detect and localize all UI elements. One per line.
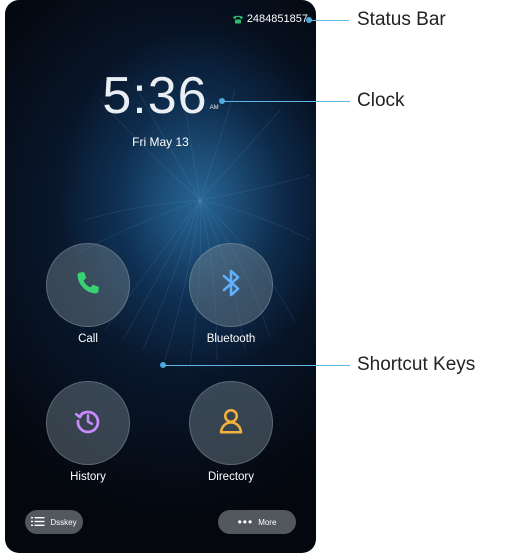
clock-ampm: AM	[209, 105, 219, 111]
shortcut-directory-label: Directory	[207, 471, 254, 483]
dsskey-label: Dsskey	[50, 517, 77, 527]
callout-status-bar: Status Bar	[357, 9, 446, 30]
more-dots-icon: •••	[237, 515, 254, 529]
history-icon	[73, 406, 103, 441]
status-bar: 2484851857	[232, 13, 308, 25]
shortcut-history-label: History	[70, 471, 106, 483]
clock: 5:36 AM	[5, 70, 316, 122]
callout-shortcut-keys: Shortcut Keys	[357, 354, 476, 375]
shortcut-bluetooth-circle[interactable]	[189, 243, 273, 327]
list-icon	[31, 516, 45, 529]
phone-icon	[71, 266, 105, 305]
callout-line-shortcut-keys	[163, 365, 350, 366]
more-label: More	[258, 517, 277, 527]
callout-line-clock	[222, 101, 350, 102]
phone-number: 2484851857	[246, 13, 308, 25]
callout-line-status-bar	[309, 20, 349, 21]
contact-icon	[216, 406, 246, 441]
clock-time: 5:36	[102, 67, 208, 125]
phone-screen: 2484851857 5:36 AM Fri May 13 Call Bluet…	[5, 0, 316, 553]
bluetooth-icon	[216, 266, 246, 305]
callout-clock: Clock	[357, 90, 405, 111]
dsskey-button[interactable]: Dsskey	[25, 510, 83, 534]
shortcut-history-circle[interactable]	[46, 381, 130, 465]
clock-date: Fri May 13	[132, 135, 189, 149]
shortcut-call-label: Call	[78, 333, 98, 345]
shortcut-directory-circle[interactable]	[189, 381, 273, 465]
shortcut-call-circle[interactable]	[46, 243, 130, 327]
figure: 2484851857 5:36 AM Fri May 13 Call Bluet…	[0, 0, 523, 553]
shortcut-history[interactable]: History	[43, 381, 133, 483]
phone-icon	[232, 13, 244, 25]
shortcut-bluetooth[interactable]: Bluetooth	[186, 243, 276, 345]
more-button[interactable]: ••• More	[218, 510, 296, 534]
shortcut-call[interactable]: Call	[43, 243, 133, 345]
shortcut-directory[interactable]: Directory	[186, 381, 276, 483]
shortcut-bluetooth-label: Bluetooth	[206, 333, 256, 345]
